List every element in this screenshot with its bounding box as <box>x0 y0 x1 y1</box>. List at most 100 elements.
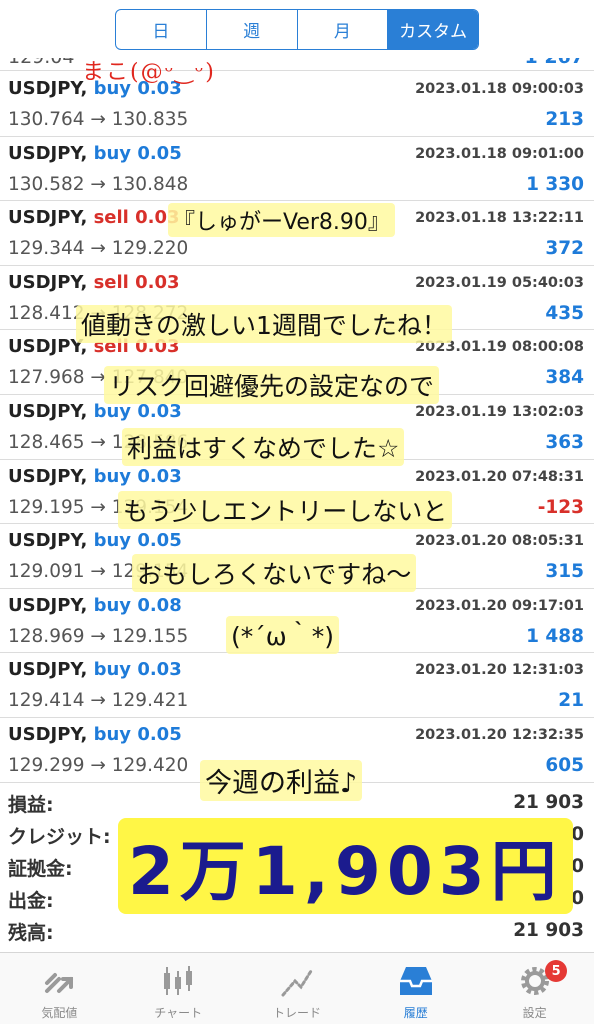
trade-symbol-line: USDJPY, buy 0.03 <box>8 401 182 422</box>
trade-profit: 1 488 <box>526 625 584 647</box>
trade-time: 2023.01.20 07:48:31 <box>415 468 584 485</box>
trade-prices: 129.414 → 129.421 <box>8 690 189 712</box>
summary-label: クレジット: <box>8 826 111 848</box>
trade-row[interactable]: USDJPY, sell 0.03 2023.01.18 13:22:11 129.… <box>0 201 594 266</box>
trade-row[interactable]: USDJPY, buy 0.05 2023.01.20 12:32:35 129.2… <box>0 718 594 783</box>
trade-side: buy <box>93 78 132 99</box>
tab-month[interactable]: 月 <box>298 10 389 49</box>
summary-row-profit: 損益: 21 903 <box>0 786 594 818</box>
summary-label: 残高: <box>8 922 54 944</box>
trade-symbol: USDJPY, <box>8 530 88 552</box>
summary-row-balance: 残高: 21 903 <box>0 914 594 946</box>
period-segmented-control: 日 週 月 カスタム <box>115 9 479 50</box>
summary-value: 21 903 <box>513 920 584 941</box>
summary-row-withdrawal: 出金: 0 <box>0 882 594 914</box>
trade-volume: 0.03 <box>137 659 182 681</box>
trade-symbol: USDJPY, <box>8 594 88 616</box>
trade-side: sell <box>93 271 129 293</box>
trade-time: 2023.01.19 08:00:08 <box>415 339 584 356</box>
trade-row[interactable]: USDJPY, buy 0.03 2023.01.20 07:48:31 129.1… <box>0 460 594 525</box>
trade-profit: 213 <box>545 109 584 130</box>
trade-volume: 0.03 <box>135 207 180 229</box>
trade-volume: 0.03 <box>135 271 180 293</box>
trade-prices: 128.412 → 128.272 <box>8 302 189 324</box>
trade-row[interactable]: USDJPY, buy 0.05 2023.01.20 08:05:31 129.0… <box>0 524 594 589</box>
trade-volume: 0.05 <box>137 724 182 745</box>
trade-volume: 0.03 <box>135 336 180 358</box>
tabbar-item-chart[interactable]: チャート <box>119 953 238 1024</box>
tab-custom[interactable]: カスタム <box>388 10 478 49</box>
trade-volume: 0.05 <box>137 530 182 552</box>
trade-icon <box>281 969 313 997</box>
summary-label: 損益: <box>8 794 54 816</box>
summary-value: 21 903 <box>513 792 584 813</box>
trade-prices: 129.344 → 129.220 <box>8 238 189 260</box>
trade-time: 2023.01.18 09:00:03 <box>415 81 584 97</box>
trade-time: 2023.01.18 09:01:00 <box>415 145 584 162</box>
trade-prices: 129.299 → 129.420 <box>8 755 189 776</box>
trade-symbol: USDJPY, <box>8 465 88 487</box>
trade-profit: 1 330 <box>526 173 584 195</box>
trade-prices: 130.764 → 130.835 <box>8 109 189 130</box>
trade-symbol-line: USDJPY, buy 0.03 <box>8 466 182 487</box>
trade-symbol-line: USDJPY, buy 0.05 <box>8 724 182 745</box>
trade-symbol: USDJPY, <box>8 659 88 681</box>
summary-value: 0 <box>571 888 584 909</box>
tabbar-label: 気配値 <box>41 1006 78 1020</box>
trade-symbol: USDJPY, <box>8 78 88 99</box>
trade-profit: -123 <box>537 496 584 518</box>
trade-side: buy <box>93 594 132 616</box>
tabbar-item-history[interactable]: 履歴 <box>356 953 475 1024</box>
trade-profit: 372 <box>545 238 584 260</box>
trade-side: buy <box>93 142 132 164</box>
trade-row[interactable]: USDJPY, buy 0.03 2023.01.18 09:00:03 130.7… <box>0 72 594 137</box>
summary-value: 0 <box>571 856 584 877</box>
summary-row-credit: クレジット: 0 <box>0 818 594 850</box>
notification-badge: 5 <box>545 960 568 982</box>
summary-value: 0 <box>571 824 584 845</box>
trade-volume: 0.03 <box>137 401 182 422</box>
trade-profit: 315 <box>545 561 584 583</box>
trade-time: 2023.01.20 12:31:03 <box>415 662 584 679</box>
trade-side: sell <box>93 207 129 229</box>
tab-day[interactable]: 日 <box>116 10 207 49</box>
trade-row[interactable]: USDJPY, buy 0.08 2023.01.20 09:17:01 128.9… <box>0 589 594 654</box>
tabbar-label: チャート <box>154 1006 203 1020</box>
trade-symbol-line: USDJPY, sell 0.03 <box>8 272 180 293</box>
trade-volume: 0.03 <box>137 465 182 487</box>
trade-symbol-line: USDJPY, buy 0.05 <box>8 530 182 551</box>
trade-time: 2023.01.19 05:40:03 <box>415 274 584 291</box>
summary-label: 出金: <box>8 890 54 912</box>
trade-time: 2023.01.20 08:05:31 <box>415 533 584 550</box>
trade-symbol-line: USDJPY, sell 0.03 <box>8 336 180 357</box>
trade-prices: 129.195 → 129.154 <box>8 496 189 518</box>
partial-profit: 1 267 <box>525 58 585 68</box>
chart-icon <box>164 966 193 995</box>
tabbar-label: 設定 <box>522 1006 547 1020</box>
trade-row[interactable]: USDJPY, sell 0.03 2023.01.19 05:40:03 128.… <box>0 266 594 331</box>
trade-profit: 435 <box>545 302 584 324</box>
trade-side: buy <box>93 724 132 745</box>
tabbar-item-quotes[interactable]: 気配値 <box>0 953 119 1024</box>
trade-profit: 605 <box>545 755 584 776</box>
trade-side: buy <box>93 465 132 487</box>
history-icon <box>399 967 432 995</box>
trade-symbol-line: USDJPY, buy 0.03 <box>8 78 182 99</box>
trade-row[interactable]: USDJPY, buy 0.03 2023.01.20 12:31:03 129.4… <box>0 653 594 718</box>
trade-prices: 127.968 → 127.840 <box>8 367 189 389</box>
trade-row[interactable]: USDJPY, buy 0.05 2023.01.18 09:01:00 130.5… <box>0 137 594 202</box>
trade-profit: 363 <box>545 432 584 453</box>
trade-time: 2023.01.20 12:32:35 <box>415 727 584 743</box>
trade-volume: 0.08 <box>137 594 182 616</box>
trade-row[interactable]: USDJPY, buy 0.03 2023.01.19 13:02:03 128.4… <box>0 395 594 460</box>
tabbar-label: トレード <box>272 1006 321 1020</box>
tabbar-item-trade[interactable]: トレード <box>238 953 357 1024</box>
tabbar-item-settings[interactable]: 設定 5 <box>475 953 594 1024</box>
trade-row[interactable]: USDJPY, sell 0.03 2023.01.19 08:00:08 127.… <box>0 330 594 395</box>
trade-symbol-line: USDJPY, sell 0.03 <box>8 207 180 228</box>
tab-week[interactable]: 週 <box>207 10 298 49</box>
trade-time: 2023.01.18 13:22:11 <box>415 210 584 227</box>
trade-volume: 0.03 <box>137 78 182 99</box>
partial-trade-row[interactable]: 129.04 1 267 <box>0 58 594 71</box>
trade-symbol: USDJPY, <box>8 336 88 358</box>
